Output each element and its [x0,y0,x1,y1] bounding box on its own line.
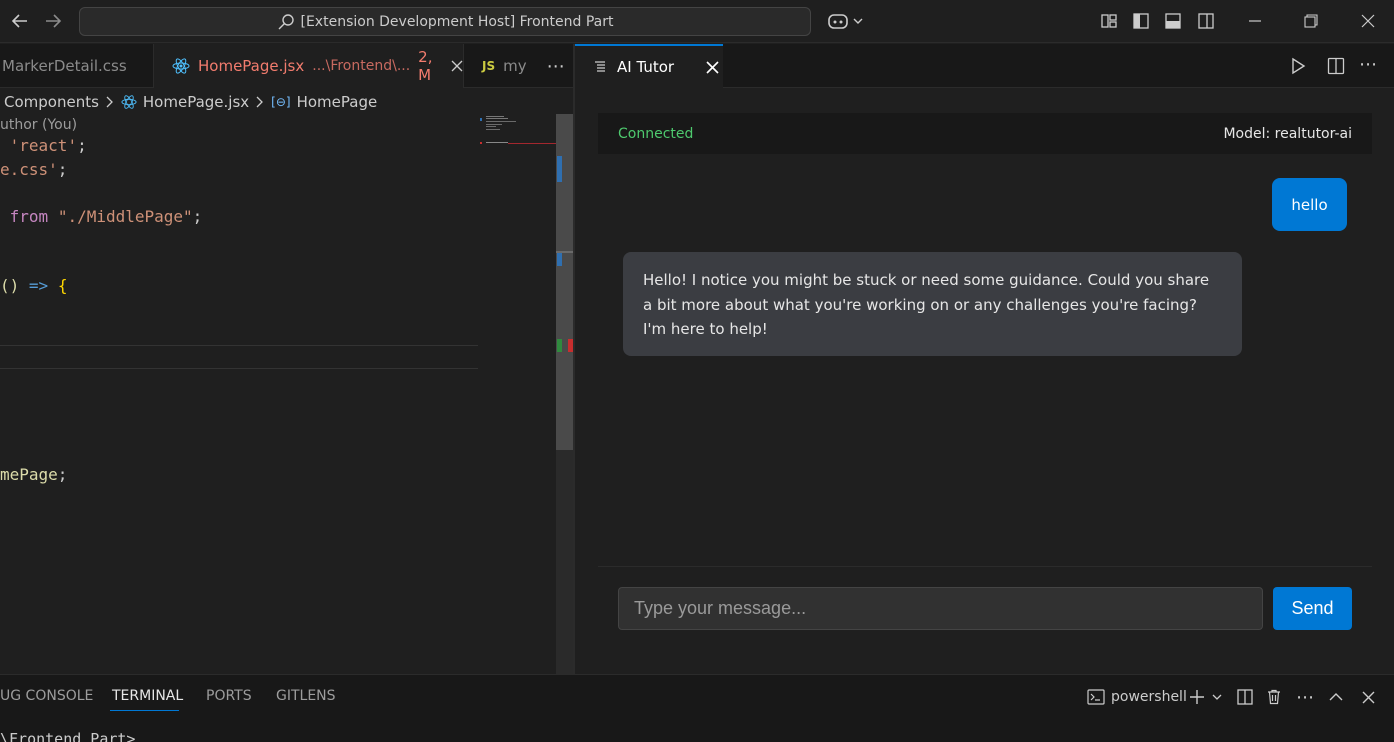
split-terminal-icon[interactable] [1236,686,1254,708]
user-message-bubble: hello [1272,178,1347,231]
bottom-panel [0,674,1394,742]
close-window-icon[interactable] [1357,10,1379,32]
assistant-message-bubble: Hello! I notice you might be stuck or ne… [623,252,1242,356]
line-separator [0,368,478,369]
tab-label: HomePage.jsx [198,57,305,75]
breadcrumb-folder[interactable]: Components [4,93,99,111]
chevron-right-icon [255,96,265,108]
git-add-marker [557,339,562,352]
js-file-icon: JS [482,59,496,73]
tab-terminal[interactable]: TERMINAL [112,688,183,704]
git-change-marker [557,252,562,266]
shell-name: powershell [1111,689,1187,705]
tab-markerdetail-css[interactable]: MarkerDetail.css [0,44,154,88]
connection-status: Connected [618,125,694,142]
close-icon[interactable] [706,60,719,74]
assistant-message-text: Hello! I notice you might be stuck or ne… [643,271,1210,338]
close-panel-icon[interactable] [1359,686,1377,708]
tab-ports[interactable]: PORTS [206,688,252,704]
close-icon[interactable] [451,60,463,72]
customize-layout-icon[interactable] [1098,10,1120,32]
restore-icon[interactable] [1300,10,1322,32]
tab-problem-badge: 2, M [418,48,433,84]
chevron-down-icon[interactable] [1210,686,1224,708]
code-line: e.css'; [0,160,68,179]
back-arrow-icon[interactable] [9,10,31,32]
toggle-primary-sidebar-icon[interactable] [1130,10,1152,32]
terminal-shell-selector[interactable]: powershell [1087,686,1187,708]
symbol-variable-icon: [⊖] [271,95,291,109]
forward-arrow-icon[interactable] [42,10,64,32]
tab-path: ...\Frontend\... [312,58,411,74]
git-blame-annotation: uthor (You) [0,117,78,133]
react-icon [121,94,137,110]
tab-gitlens[interactable]: GITLENS [276,688,336,704]
scroll-cursor-marker [556,251,573,253]
tab-debug-console[interactable]: UG CONSOLE [0,688,93,704]
tab-label: my [503,57,527,75]
toggle-panel-icon[interactable] [1162,10,1184,32]
model-label: Model: realtutor-ai [1223,125,1352,142]
more-actions-icon[interactable]: ⋯ [547,56,565,77]
chevron-right-icon [105,96,115,108]
send-button[interactable]: Send [1273,587,1352,630]
search-icon [277,13,295,31]
toggle-secondary-sidebar-icon[interactable] [1195,10,1217,32]
search-box-text: [Extension Development Host] Frontend Pa… [300,13,614,30]
connection-status-bar: Connected Model: realtutor-ai [598,113,1372,154]
react-icon [172,57,190,75]
add-terminal-icon[interactable] [1188,686,1206,708]
copilot-icon[interactable] [826,10,866,32]
message-input[interactable] [618,587,1263,630]
run-icon[interactable] [1290,57,1306,75]
minimap[interactable] [478,114,556,674]
minimize-icon[interactable] [1244,10,1266,32]
tab-homepage-jsx[interactable]: HomePage.jsx ...\Frontend\... 2, M [154,44,464,88]
breadcrumb: Components HomePage.jsx [⊖] HomePage [0,90,478,114]
code-line: 'react'; [9,136,87,155]
tab-my-js[interactable]: JS my ⋯ [464,44,573,88]
active-tab-indicator [110,710,179,711]
user-message-text: hello [1291,195,1328,214]
preview-icon [593,60,607,74]
terminal-prompt[interactable]: \Frontend Part> [0,730,135,742]
terminal-icon [1087,689,1105,705]
code-line: mePage; [0,465,68,484]
maximize-panel-icon[interactable] [1327,686,1345,708]
input-divider [598,566,1372,567]
title-bar: [Extension Development Host] Frontend Pa… [0,0,1394,43]
breadcrumb-file[interactable]: HomePage.jsx [143,93,249,111]
git-change-marker [557,156,562,182]
more-actions-icon[interactable]: ⋯ [1295,686,1315,708]
line-separator [0,345,478,346]
more-actions-icon[interactable]: ⋯ [1359,54,1377,75]
editor-tab-bar: MarkerDetail.css HomePage.jsx ...\Fronte… [0,44,573,88]
breadcrumb-symbol[interactable]: HomePage [297,93,378,111]
command-center-search[interactable]: [Extension Development Host] Frontend Pa… [79,7,811,36]
code-line: () => { [0,276,68,295]
split-editor-icon[interactable] [1327,57,1345,75]
tab-label: AI Tutor [617,58,675,76]
trash-icon[interactable] [1265,686,1283,708]
tab-ai-tutor[interactable]: AI Tutor [575,44,723,88]
tab-label: MarkerDetail.css [2,57,127,75]
code-editor[interactable]: uthor (You) 'react'; e.css'; from "./Mid… [0,114,478,674]
code-line: from "./MiddlePage"; [9,207,203,226]
